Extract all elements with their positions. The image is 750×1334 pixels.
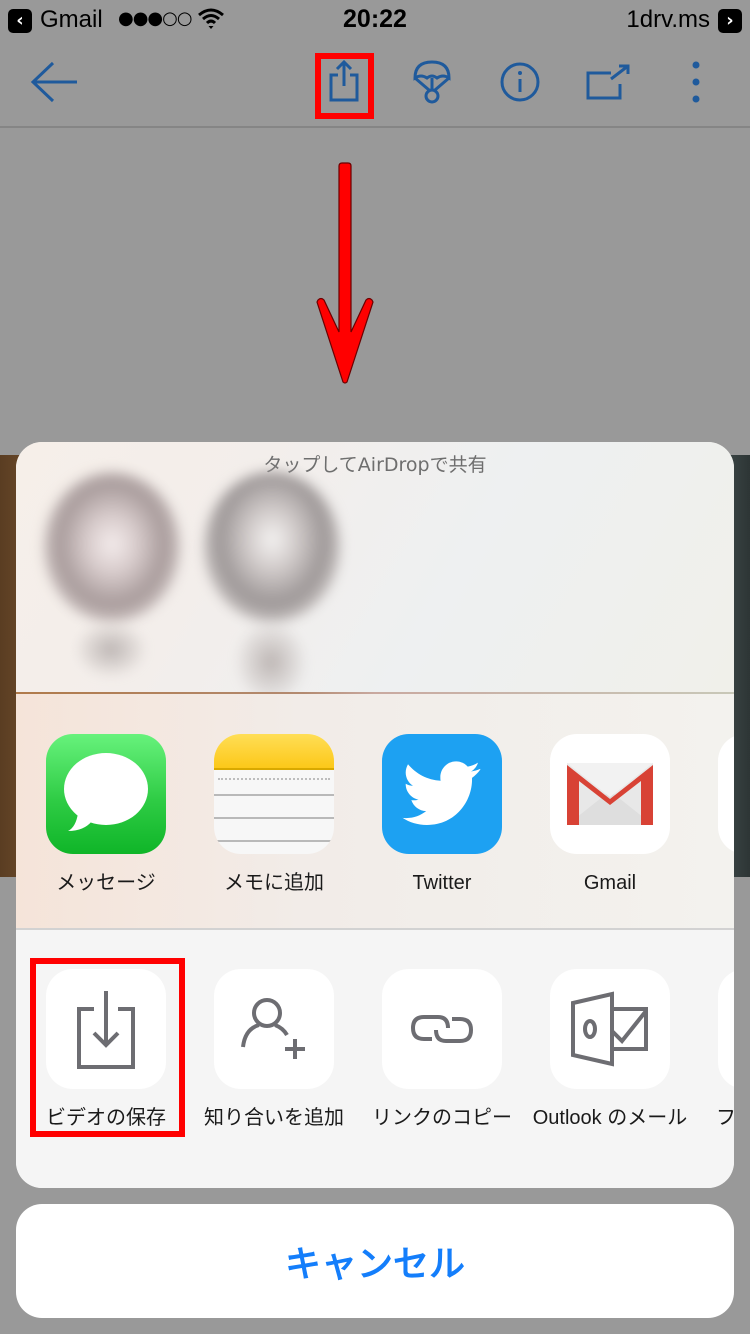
back-button[interactable]: [24, 54, 84, 114]
share-app-more-partial[interactable]: [718, 734, 734, 854]
app-label: Twitter: [412, 872, 472, 894]
info-icon: [499, 61, 541, 107]
app-label: Gmail: [583, 872, 637, 894]
add-contact-icon: [214, 969, 334, 1089]
action-copy-link[interactable]: リンクのコピー: [372, 969, 512, 1133]
gmail-icon: [550, 734, 670, 854]
share-app-messages[interactable]: メッセージ: [46, 734, 166, 898]
action-add-contact[interactable]: 知り合いを追加: [204, 969, 344, 1133]
partial-app-icon: [718, 734, 734, 854]
action-label: 知り合いを追加: [204, 1107, 344, 1129]
partial-icon: [718, 969, 734, 1089]
action-label: フ: [716, 1107, 734, 1129]
contact-avatar: [204, 472, 340, 622]
save-video-highlight-annotation: [30, 958, 185, 1137]
share-app-twitter[interactable]: Twitter: [382, 734, 502, 898]
share-highlight-annotation: [315, 53, 374, 119]
info-button[interactable]: [490, 54, 550, 114]
parachute-icon: [412, 59, 452, 109]
messages-icon: [46, 734, 166, 854]
contact-name-blurred: [76, 622, 146, 677]
airdrop-section: タップしてAirDropで共有: [16, 442, 734, 702]
contact-name-blurred: [236, 622, 306, 702]
cancel-button[interactable]: キャンセル: [16, 1204, 734, 1318]
link-icon: [382, 969, 502, 1089]
forward-site-name[interactable]: 1drv.ms: [626, 6, 710, 34]
airdrop-contact[interactable]: [196, 472, 346, 702]
twitter-icon: [382, 734, 502, 854]
action-outlook-mail[interactable]: Outlook のメール: [533, 969, 687, 1133]
app-label: メモに追加: [224, 872, 324, 894]
contact-avatar: [44, 472, 180, 622]
share-app-notes[interactable]: メモに追加: [214, 734, 334, 898]
airdrop-contact[interactable]: [36, 472, 186, 684]
forward-to-site-button[interactable]: ›: [718, 9, 742, 33]
open-external-icon: [585, 64, 631, 104]
arrow-left-icon: [29, 60, 79, 108]
share-apps-row: メッセージ メモに追加 Twitter Gmail: [16, 694, 734, 928]
action-partial[interactable]: フ: [716, 969, 734, 1133]
action-label: Outlook のメール: [532, 1107, 688, 1129]
outlook-icon: [550, 969, 670, 1089]
make-offline-button[interactable]: [402, 54, 462, 114]
more-vertical-icon: [691, 60, 701, 108]
more-button[interactable]: [666, 54, 726, 114]
viewer-toolbar: [0, 40, 750, 128]
notes-icon: [214, 734, 334, 854]
action-label: リンクのコピー: [372, 1107, 512, 1129]
app-label: メッセージ: [56, 872, 156, 894]
red-arrow-annotation: [310, 160, 380, 394]
share-app-gmail[interactable]: Gmail: [550, 734, 670, 898]
open-in-button[interactable]: [578, 54, 638, 114]
status-bar: ‹ Gmail ●●●○○ 20:22 1drv.ms ›: [0, 0, 750, 40]
